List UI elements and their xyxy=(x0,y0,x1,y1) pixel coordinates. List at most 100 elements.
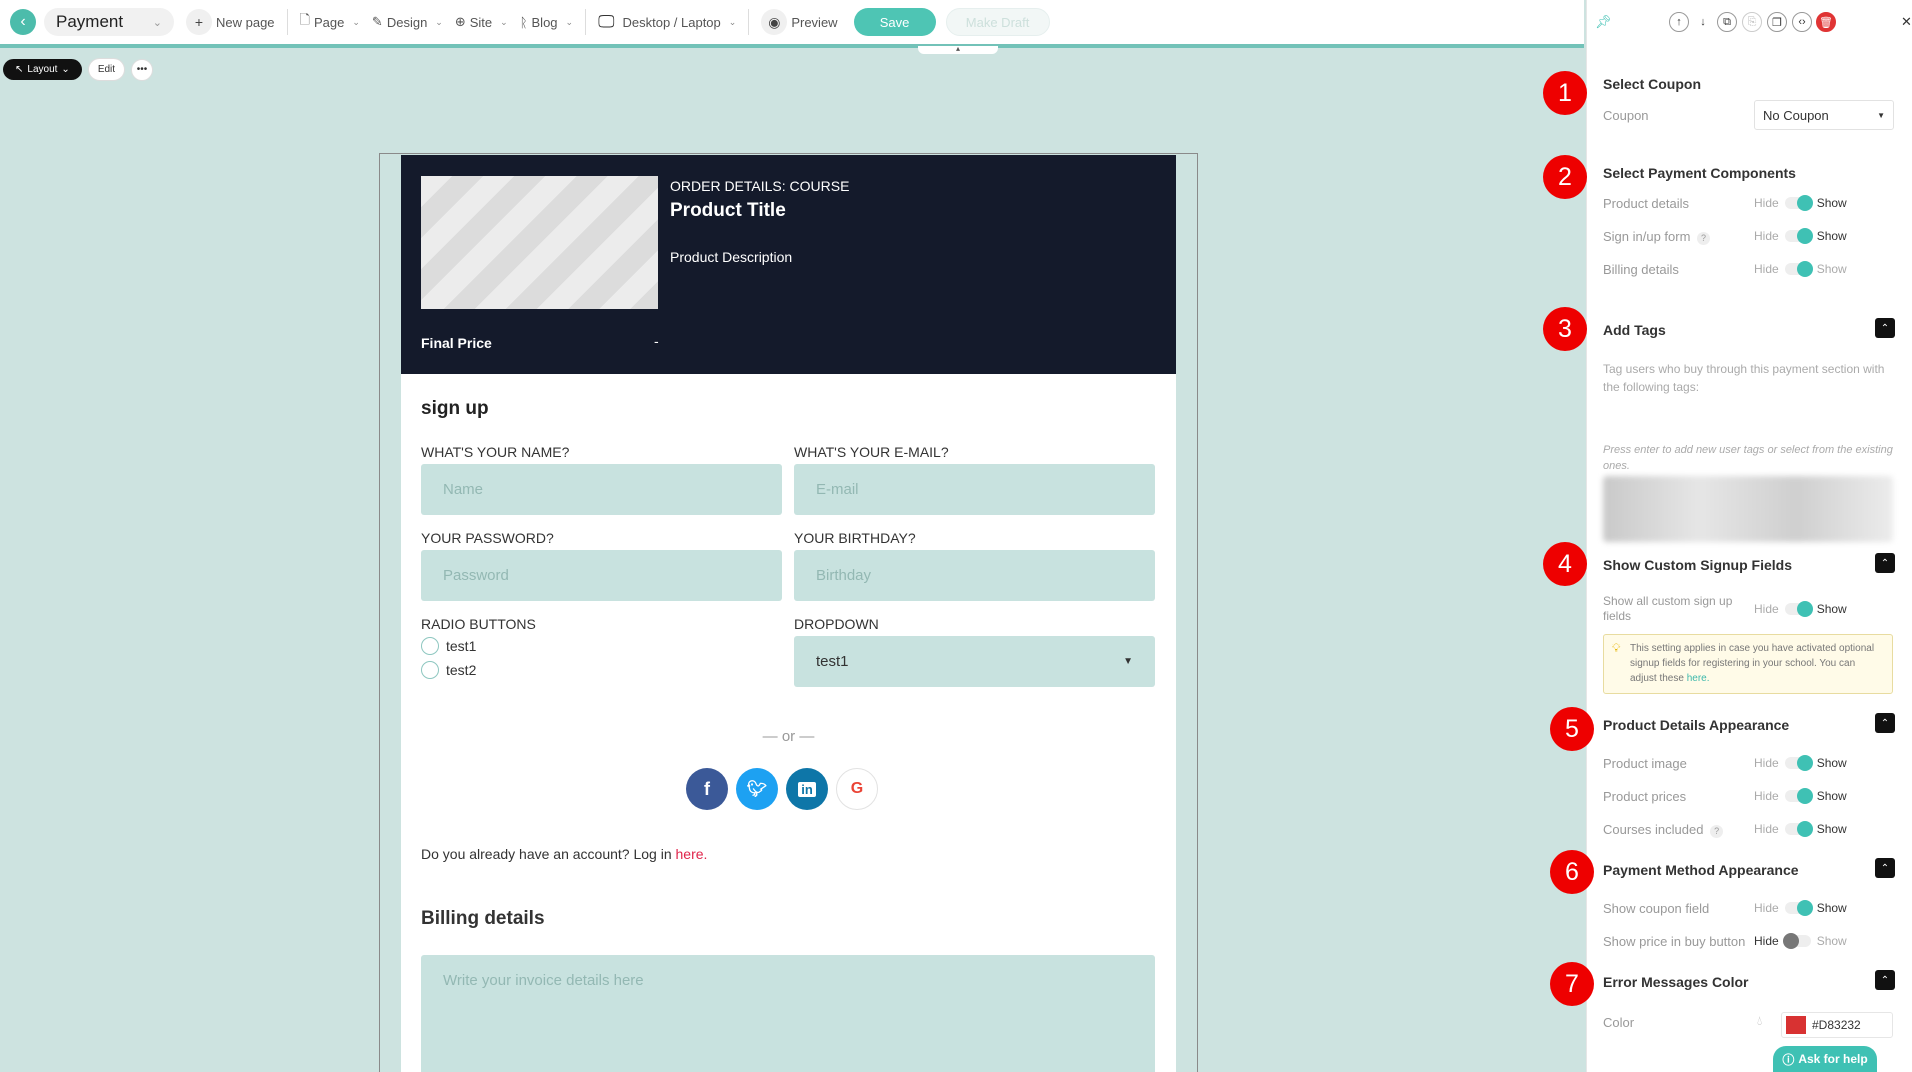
site-menu[interactable]: ⊕ Site ⌄ xyxy=(449,14,514,30)
move-up-icon[interactable]: ↑ xyxy=(1669,12,1689,32)
delete-icon[interactable]: 🗑︎ xyxy=(1816,12,1836,32)
more-options-button[interactable]: ••• xyxy=(131,58,154,81)
color-swatch[interactable] xyxy=(1786,1016,1806,1034)
name-field[interactable]: Name xyxy=(421,464,782,515)
hide-label: Hide xyxy=(1754,262,1779,276)
hide-label: Hide xyxy=(1754,756,1779,770)
show-coupon-toggle[interactable]: Hide Show xyxy=(1754,900,1847,916)
product-details-toggle[interactable]: Hide Show xyxy=(1754,195,1847,211)
radio-option[interactable]: test2 xyxy=(421,661,476,679)
make-draft-button[interactable]: Make Draft xyxy=(945,8,1050,36)
preview-button[interactable]: ◉ Preview xyxy=(755,9,843,35)
product-image-label: Product image xyxy=(1603,756,1687,771)
color-label: Color xyxy=(1603,1015,1635,1030)
collapse-toolbar-handle[interactable]: ▴ xyxy=(918,45,998,54)
final-price-label: Final Price xyxy=(421,335,492,351)
page-icon: 🗋 xyxy=(299,12,310,27)
custom-fields-toggle[interactable]: Hide Show xyxy=(1754,601,1847,617)
divider xyxy=(748,9,750,35)
question-circle-icon: ⓘ xyxy=(1782,1052,1795,1067)
coupon-value: No Coupon xyxy=(1763,107,1829,123)
close-icon[interactable]: ✕ xyxy=(1901,14,1912,30)
radio-circle[interactable] xyxy=(421,637,439,655)
sign-form-text: Sign in/up form xyxy=(1603,229,1691,244)
email-field[interactable]: E-mail xyxy=(794,464,1155,515)
color-picker[interactable]: #D83232 xyxy=(1781,1012,1893,1038)
show-coupon-label: Show coupon field xyxy=(1603,901,1710,916)
toggle-switch[interactable] xyxy=(1784,261,1813,277)
back-button[interactable]: ‹ xyxy=(10,9,36,35)
show-label: Show xyxy=(1816,901,1847,915)
duplicate-icon[interactable]: ❐ xyxy=(1767,12,1787,32)
droplet-icon[interactable]: 💧︎ xyxy=(1757,1013,1762,1029)
pin-icon[interactable]: 📌︎ xyxy=(1595,14,1612,30)
show-price-toggle[interactable]: Hide Show xyxy=(1754,933,1847,949)
login-prompt: Do you already have an account? Log in h… xyxy=(421,846,707,862)
blog-menu[interactable]: ᚱ Blog ⌄ xyxy=(514,15,579,30)
collapse-button[interactable]: ⌃ xyxy=(1875,713,1895,733)
toggle-switch[interactable] xyxy=(1784,601,1813,617)
product-details-label: Product details xyxy=(1603,196,1689,211)
dropdown-select[interactable]: test1 ▼ xyxy=(794,636,1155,687)
toggle-switch[interactable] xyxy=(1784,228,1813,244)
product-prices-toggle[interactable]: Hide Show xyxy=(1754,788,1847,804)
page-selector[interactable]: Payment ⌄ xyxy=(44,8,174,36)
toggle-switch[interactable] xyxy=(1784,821,1813,837)
collapse-button[interactable]: ⌃ xyxy=(1875,858,1895,878)
design-menu[interactable]: ✎ Design ⌄ xyxy=(366,14,449,30)
tags-input[interactable] xyxy=(1603,476,1893,542)
chevron-down-icon: ⌄ xyxy=(565,16,574,27)
note-link[interactable]: here. xyxy=(1687,673,1710,684)
globe-icon: ⊕ xyxy=(454,14,466,29)
device-selector[interactable]: 🖵 Desktop / Laptop ⌄ xyxy=(592,12,742,32)
radio-circle[interactable] xyxy=(421,661,439,679)
collapse-button[interactable]: ⌃ xyxy=(1875,970,1895,990)
chevron-down-icon: ⌄ xyxy=(728,16,737,27)
birthday-label: YOUR BIRTHDAY? xyxy=(794,530,916,546)
linkedin-login-button[interactable]: in xyxy=(786,768,828,810)
note-text: This setting applies in case you have ac… xyxy=(1630,643,1875,684)
coupon-select[interactable]: No Coupon ▼ xyxy=(1754,100,1894,130)
sign-form-toggle[interactable]: Hide Show xyxy=(1754,228,1847,244)
settings-panel: 📌︎ ↑ ↓ ⧉ ⎘ ❐ ‹› 🗑︎ ✕ Select Coupon Coupo… xyxy=(1586,0,1912,1072)
payment-section[interactable]: ORDER DETAILS: COURSE Product Title Prod… xyxy=(401,155,1176,1072)
help-icon[interactable]: ? xyxy=(1710,825,1724,838)
toggle-switch[interactable] xyxy=(1784,195,1813,211)
new-page-button[interactable]: + New page xyxy=(180,9,281,35)
chevron-down-icon: ⌄ xyxy=(152,16,162,29)
toggle-switch[interactable] xyxy=(1782,933,1811,949)
birthday-field[interactable]: Birthday xyxy=(794,550,1155,601)
billing-details-toggle[interactable]: Hide Show xyxy=(1754,261,1847,277)
page-menu[interactable]: 🗋 Page ⌄ xyxy=(294,11,366,33)
ask-for-help-button[interactable]: ⓘ Ask for help xyxy=(1773,1046,1877,1072)
collapse-button[interactable]: ⌃ xyxy=(1875,318,1895,338)
toggle-switch[interactable] xyxy=(1784,755,1813,771)
annotation-badge: 7 xyxy=(1550,962,1594,1006)
toggle-switch[interactable] xyxy=(1784,900,1813,916)
google-login-button[interactable]: G xyxy=(836,768,878,810)
password-field[interactable]: Password xyxy=(421,550,782,601)
help-icon[interactable]: ? xyxy=(1697,232,1711,245)
login-link[interactable]: here. xyxy=(676,846,708,862)
collapse-button[interactable]: ⌃ xyxy=(1875,553,1895,573)
code-icon[interactable]: ‹› xyxy=(1792,12,1812,32)
radio-option[interactable]: test1 xyxy=(421,637,476,655)
courses-included-toggle[interactable]: Hide Show xyxy=(1754,821,1847,837)
billing-details-textarea[interactable]: Write your invoice details here xyxy=(421,955,1155,1072)
move-down-icon[interactable]: ↓ xyxy=(1693,12,1713,32)
edit-button[interactable]: Edit xyxy=(87,58,126,81)
password-label: YOUR PASSWORD? xyxy=(421,530,554,546)
layout-button[interactable]: ↖ Layout ⌄ xyxy=(3,59,82,80)
courses-included-text: Courses included xyxy=(1603,822,1704,837)
facebook-login-button[interactable]: f xyxy=(686,768,728,810)
twitter-login-button[interactable]: 🐦︎ xyxy=(736,768,778,810)
hide-label: Hide xyxy=(1754,822,1779,836)
product-image-placeholder[interactable] xyxy=(421,176,658,309)
paste-icon[interactable]: ⎘ xyxy=(1742,12,1762,32)
product-image-toggle[interactable]: Hide Show xyxy=(1754,755,1847,771)
copy-icon[interactable]: ⧉ xyxy=(1717,12,1737,32)
save-button[interactable]: Save xyxy=(853,8,936,36)
chevron-down-icon: ⌄ xyxy=(352,16,360,27)
toggle-switch[interactable] xyxy=(1784,788,1813,804)
chevron-down-icon: ⌄ xyxy=(61,64,70,75)
